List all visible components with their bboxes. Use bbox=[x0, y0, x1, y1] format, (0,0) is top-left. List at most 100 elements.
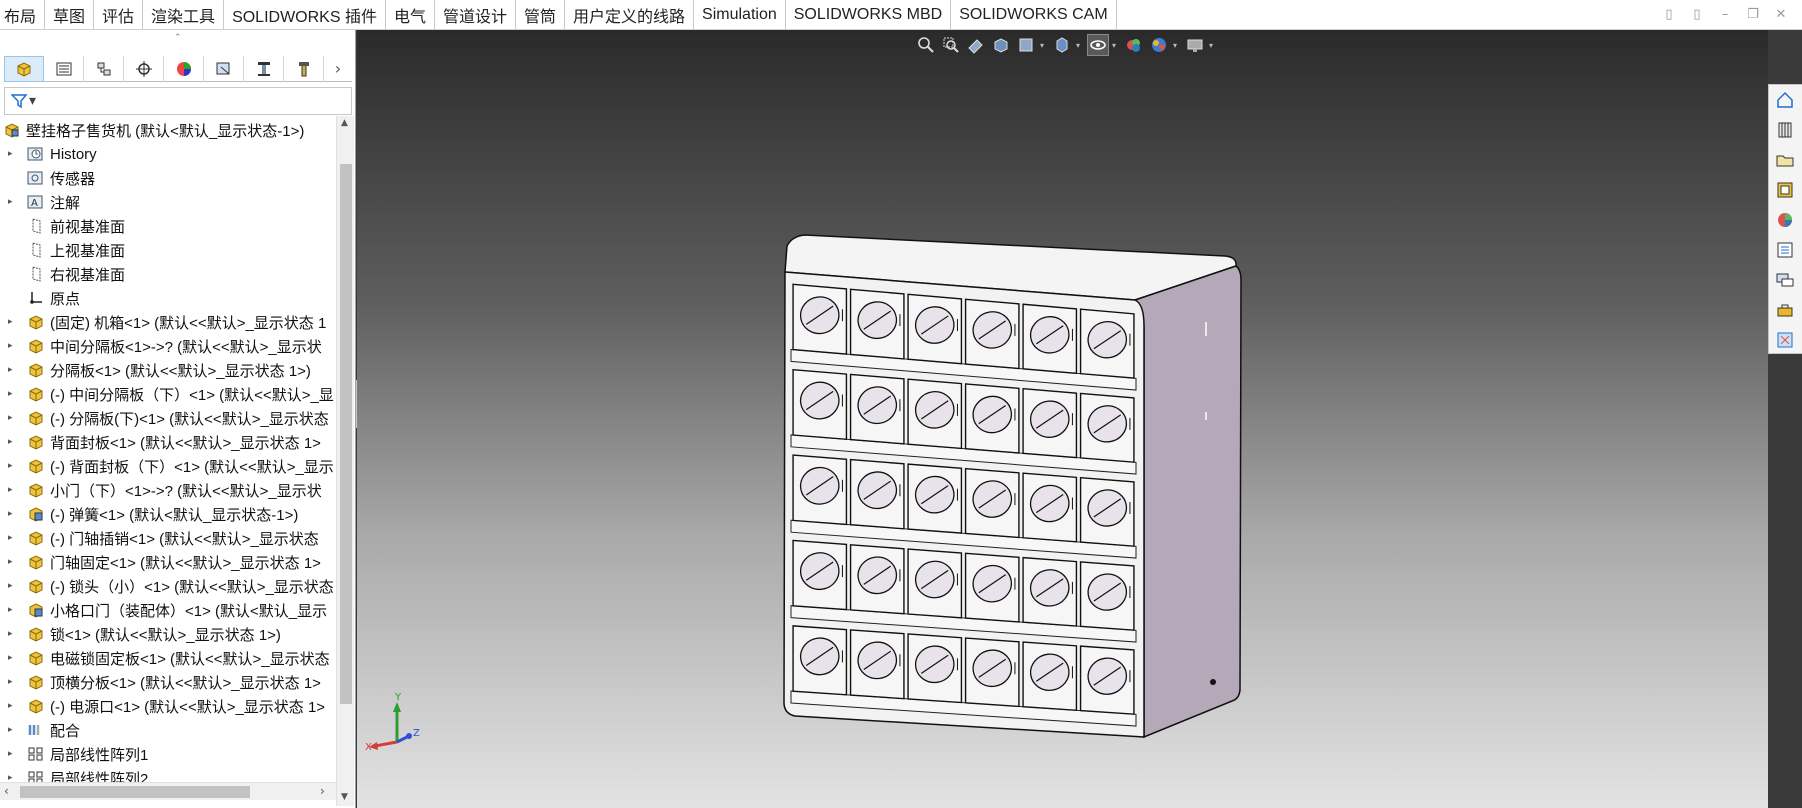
expand-arrow-icon[interactable]: ▸ bbox=[8, 389, 20, 399]
close-icon[interactable]: ✕ bbox=[1772, 5, 1790, 23]
expand-arrow-icon[interactable]: ▸ bbox=[8, 653, 20, 663]
tab-display-manager[interactable] bbox=[164, 56, 204, 82]
tree-node[interactable]: 原点 bbox=[0, 286, 336, 310]
tab-configuration-manager[interactable] bbox=[84, 56, 124, 82]
expand-arrow-icon[interactable]: ▸ bbox=[8, 557, 20, 567]
tree-filter[interactable]: ▾ bbox=[4, 87, 352, 115]
tree-node[interactable]: ▸ (-) 锁头（小）<1> (默认<<默认>_显示状态 bbox=[0, 574, 336, 598]
panel-collapse-handle[interactable]: ⌃ bbox=[174, 32, 182, 43]
tab-cam-tool-tree[interactable] bbox=[284, 56, 324, 82]
restore-icon[interactable]: ❐ bbox=[1744, 5, 1762, 23]
tree-node[interactable]: 传感器 bbox=[0, 166, 336, 190]
tab-property-manager[interactable] bbox=[44, 56, 84, 82]
file-explorer-icon[interactable] bbox=[1769, 145, 1801, 175]
expand-arrow-icon[interactable]: ▸ bbox=[8, 485, 20, 495]
tree-node[interactable]: ▸ A 注解 bbox=[0, 190, 336, 214]
ribbon-tab[interactable]: 管筒 bbox=[516, 0, 566, 29]
tree-node[interactable]: ▸ 小格口门（装配体）<1> (默认<默认_显示 bbox=[0, 598, 336, 622]
ribbon-tab[interactable]: 布局 bbox=[0, 0, 46, 29]
tab-cam-feature-tree[interactable] bbox=[204, 56, 244, 82]
tree-vertical-scrollbar[interactable]: ▲ ▼ bbox=[336, 116, 354, 806]
tree-node[interactable]: ▸ (-) 弹簧<1> (默认<默认_显示状态-1>) bbox=[0, 502, 336, 526]
tree-node[interactable]: ▸ (固定) 机箱<1> (默认<<默认>_显示状态 1 bbox=[0, 310, 336, 334]
tab-cam-operation-tree[interactable] bbox=[244, 56, 284, 82]
ribbon-tab[interactable]: SOLIDWORKS MBD bbox=[786, 0, 952, 29]
tree-node[interactable]: ▸ 背面封板<1> (默认<<默认>_显示状态 1> bbox=[0, 430, 336, 454]
tabs-more-arrow[interactable]: › bbox=[324, 56, 352, 81]
appearances-icon[interactable] bbox=[1769, 205, 1801, 235]
tree-node[interactable]: ▸ (-) 中间分隔板（下）<1> (默认<<默认>_显 bbox=[0, 382, 336, 406]
tree-node[interactable]: ▸ 配合 bbox=[0, 718, 336, 742]
ribbon-tab[interactable]: 渲染工具 bbox=[143, 0, 225, 29]
part-icon bbox=[26, 649, 46, 667]
h-scroll-thumb[interactable] bbox=[20, 786, 250, 798]
tile-right-icon[interactable]: ▯ bbox=[1688, 5, 1706, 23]
tree-node[interactable]: ▸ 局部线性阵列1 bbox=[0, 742, 336, 766]
tree-node[interactable]: 前视基准面 bbox=[0, 214, 336, 238]
model-3d-view[interactable] bbox=[357, 30, 1768, 808]
ribbon-tab[interactable]: Simulation bbox=[694, 0, 786, 29]
expand-arrow-icon[interactable]: ▸ bbox=[8, 533, 20, 543]
ribbon-tab[interactable]: 管道设计 bbox=[435, 0, 517, 29]
ribbon-tab[interactable]: 草图 bbox=[45, 0, 95, 29]
expand-arrow-icon[interactable]: ▸ bbox=[8, 749, 20, 759]
expand-arrow-icon[interactable]: ▸ bbox=[8, 629, 20, 639]
expand-arrow-icon[interactable]: ▸ bbox=[8, 437, 20, 447]
tree-horizontal-scrollbar[interactable]: ‹ › bbox=[0, 782, 336, 800]
solidworks-resources-icon[interactable] bbox=[1769, 85, 1801, 115]
expand-arrow-icon[interactable]: ▸ bbox=[8, 677, 20, 687]
tree-node[interactable]: ▸ (-) 门轴插销<1> (默认<<默认>_显示状态 bbox=[0, 526, 336, 550]
expand-arrow-icon[interactable]: ▸ bbox=[8, 149, 20, 159]
graphics-area[interactable]: ▾ ▾ ▾ ▾ ▾ Y X Z bbox=[357, 30, 1768, 808]
tree-node[interactable]: ▸ 小门（下）<1>->? (默认<<默认>_显示状 bbox=[0, 478, 336, 502]
expand-arrow-icon[interactable]: ▸ bbox=[8, 461, 20, 471]
tree-node[interactable]: ▸ (-) 背面封板（下）<1> (默认<<默认>_显示 bbox=[0, 454, 336, 478]
expand-arrow-icon[interactable]: ▸ bbox=[8, 341, 20, 351]
ribbon-tab[interactable]: 用户定义的线路 bbox=[565, 0, 695, 29]
scroll-right-arrow[interactable]: › bbox=[320, 784, 325, 798]
tree-node[interactable]: ▸ 电磁锁固定板<1> (默认<<默认>_显示状态 bbox=[0, 646, 336, 670]
tree-node[interactable]: ▸ 门轴固定<1> (默认<<默认>_显示状态 1> bbox=[0, 550, 336, 574]
tree-node[interactable]: 右视基准面 bbox=[0, 262, 336, 286]
expand-arrow-icon[interactable]: ▸ bbox=[8, 581, 20, 591]
ribbon-tab[interactable]: SOLIDWORKS 插件 bbox=[224, 0, 386, 29]
tree-node-label: 配合 bbox=[50, 722, 81, 740]
tree-node[interactable]: ▸ 分隔板<1> (默认<<默认>_显示状态 1>) bbox=[0, 358, 336, 382]
scroll-up-arrow[interactable]: ▲ bbox=[341, 118, 348, 128]
scroll-left-arrow[interactable]: ‹ bbox=[4, 784, 9, 798]
configuration-manager-icon bbox=[97, 62, 110, 76]
ribbon-tab[interactable]: 电气 bbox=[386, 0, 435, 29]
cam-tool-library-icon[interactable] bbox=[1769, 325, 1801, 355]
expand-arrow-icon[interactable]: ▸ bbox=[8, 605, 20, 615]
ribbon-tab[interactable]: SOLIDWORKS CAM bbox=[951, 0, 1117, 29]
tree-node[interactable]: ▸ 中间分隔板<1>->? (默认<<默认>_显示状 bbox=[0, 334, 336, 358]
minimize-icon[interactable]: – bbox=[1716, 5, 1734, 23]
custom-properties-icon[interactable] bbox=[1769, 235, 1801, 265]
tree-node[interactable]: ▸ History bbox=[0, 142, 336, 166]
tree-root-assembly[interactable]: 壁挂格子售货机 (默认<默认_显示状态-1>) bbox=[0, 118, 336, 142]
design-library-icon[interactable] bbox=[1769, 115, 1801, 145]
forum-icon[interactable] bbox=[1769, 265, 1801, 295]
tile-left-icon[interactable]: ▯ bbox=[1660, 5, 1678, 23]
expand-arrow-icon[interactable]: ▸ bbox=[8, 701, 20, 711]
tab-feature-manager[interactable] bbox=[4, 56, 44, 82]
scroll-thumb[interactable] bbox=[340, 164, 352, 704]
filter-dropdown-icon[interactable]: ▾ bbox=[29, 93, 36, 109]
scroll-down-arrow[interactable]: ▼ bbox=[341, 792, 348, 802]
expand-arrow-icon[interactable]: ▸ bbox=[8, 725, 20, 735]
tab-dimxpert-manager[interactable] bbox=[124, 56, 164, 82]
expand-arrow-icon[interactable]: ▸ bbox=[8, 317, 20, 327]
power-port bbox=[1210, 679, 1216, 685]
expand-arrow-icon[interactable]: ▸ bbox=[8, 509, 20, 519]
view-palette-icon[interactable] bbox=[1769, 175, 1801, 205]
tree-node[interactable]: ▸ (-) 分隔板(下)<1> (默认<<默认>_显示状态 bbox=[0, 406, 336, 430]
tree-node[interactable]: 上视基准面 bbox=[0, 238, 336, 262]
cam-toolbox-icon[interactable] bbox=[1769, 295, 1801, 325]
ribbon-tab[interactable]: 评估 bbox=[94, 0, 144, 29]
expand-arrow-icon[interactable]: ▸ bbox=[8, 197, 20, 207]
tree-node[interactable]: ▸ 顶横分板<1> (默认<<默认>_显示状态 1> bbox=[0, 670, 336, 694]
expand-arrow-icon[interactable]: ▸ bbox=[8, 413, 20, 423]
tree-node[interactable]: ▸ (-) 电源口<1> (默认<<默认>_显示状态 1> bbox=[0, 694, 336, 718]
tree-node[interactable]: ▸ 锁<1> (默认<<默认>_显示状态 1>) bbox=[0, 622, 336, 646]
expand-arrow-icon[interactable]: ▸ bbox=[8, 365, 20, 375]
